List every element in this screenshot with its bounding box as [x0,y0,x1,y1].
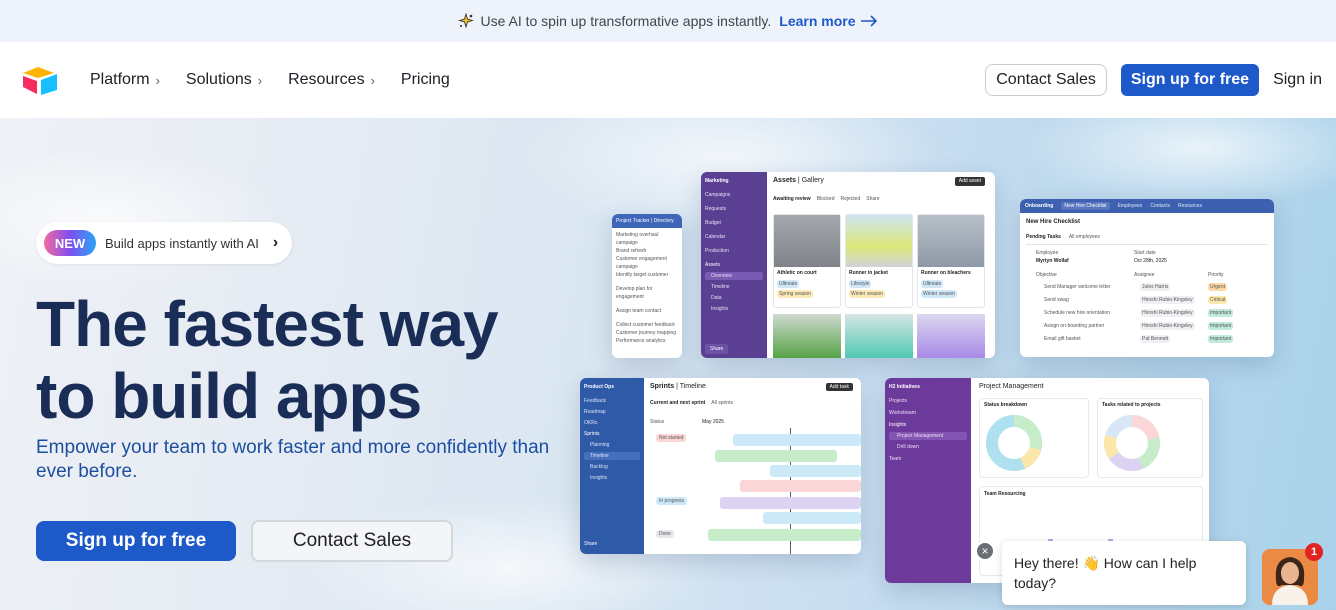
nav-solutions[interactable]: Solutions › [186,71,262,89]
card-image [846,215,912,267]
checklist-row: Email gift basket Pat Bennett Important [1044,335,1234,343]
card-image [773,314,841,358]
project-tracker-mockup: Project Tracker | Directory Marketing ov… [612,214,682,358]
hero-subhead: Empower your team to work faster and mor… [36,437,550,482]
arrow-right-icon [860,15,877,27]
timeline-bar [763,512,861,524]
timeline-bar [733,434,861,446]
timeline-bar [715,450,837,462]
ai-announcement-pill[interactable]: NEW Build apps instantly with AI › [36,222,292,264]
share-button[interactable]: Share [705,344,729,354]
add-task-button[interactable]: Add task [825,383,853,391]
timeline-bar [770,465,861,477]
signup-button[interactable]: Sign up for free [1120,64,1260,96]
donut-chart [1104,415,1160,471]
cloud-decoration [1020,118,1336,208]
airtable-logo[interactable] [22,66,58,96]
sparkle-icon [458,12,475,29]
card-image [918,215,984,267]
checklist-row: Assign on-boarding partner Hiroshi Rubio… [1044,322,1234,330]
chat-notification-badge: 1 [1305,543,1323,561]
nav-pricing[interactable]: Pricing [401,71,450,89]
chat-bubble[interactable]: Hey there! 👋 How can I help today? [1002,541,1246,605]
nav-menu: Platform › Solutions › Resources › Pricing [90,42,476,118]
gallery-card: Runner on bleachers Ultimate Winter seas… [917,214,985,308]
hero-signup-button[interactable]: Sign up for free [36,521,236,561]
add-asset-button[interactable]: Add asset [954,177,985,186]
chevron-right-icon: › [155,72,160,88]
hero-section: NEW Build apps instantly with AI › The f… [0,118,1336,610]
pill-text: Build apps instantly with AI [105,235,259,251]
hero-contact-sales-button[interactable]: Contact Sales [251,520,453,562]
tasks-panel: Tasks related to projects [1097,398,1203,478]
onboarding-mockup: Onboarding New Hire Checklist Employees … [1020,199,1274,357]
chevron-right-icon: › [272,234,279,251]
card-image [774,215,840,267]
checklist-row: Schedule new hire orientation Hiroshi Ru… [1044,309,1234,317]
donut-chart [986,415,1042,471]
nav-resources[interactable]: Resources › [288,71,375,89]
card-image [917,314,985,358]
chat-close-button[interactable]: × [975,541,995,561]
new-badge: NEW [44,230,96,256]
gallery-card: Athletic on court Ultimate Spring season [773,214,841,308]
checklist-row: Send Manager welcome letter Jules Harris… [1044,283,1228,291]
timeline-bar [740,480,861,492]
contact-sales-button[interactable]: Contact Sales [985,64,1107,96]
announcement-bar: Use AI to spin up transformative apps in… [0,0,1336,42]
nav-actions: Contact Sales Sign up for free Sign in [985,64,1322,96]
timeline-bar [720,497,861,509]
chevron-right-icon: › [370,72,375,88]
gallery-card: Runner in jacket Lifestyle Winter season [845,214,913,308]
hero-headline: The fastest way to build apps [36,288,499,432]
share-button[interactable]: Share [584,540,597,548]
checklist-row: Send swag Hiroshi Rubio-Kingsley Critica… [1044,296,1228,304]
card-image [845,314,913,358]
chevron-right-icon: › [257,72,263,88]
top-nav: Platform › Solutions › Resources › Pricing … [0,42,1336,118]
learn-more-link[interactable]: Learn more [779,13,877,29]
marketing-assets-mockup: Marketing Campaigns Requests Budget Cale… [701,172,995,358]
signin-link[interactable]: Sign in [1273,71,1322,89]
status-breakdown-panel: Status breakdown [979,398,1089,478]
product-ops-mockup: Product Ops Feedback Roadmap OKRs Sprint… [580,378,861,554]
nav-platform[interactable]: Platform › [90,71,160,89]
announcement-text: Use AI to spin up transformative apps in… [480,13,772,29]
timeline-bar [708,529,861,541]
cloud-decoration [0,148,280,288]
